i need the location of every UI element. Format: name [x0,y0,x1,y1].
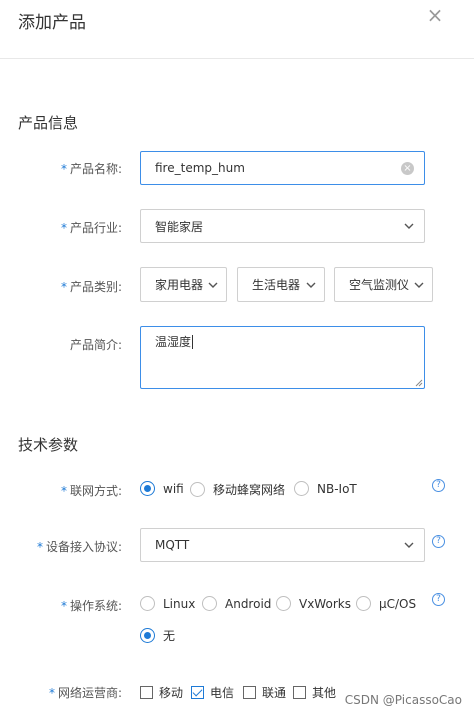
checkbox-icon [243,686,256,699]
carrier-option-mobile[interactable]: 移动 [140,684,183,701]
network-option-cellular[interactable]: 移动蜂窝网络 [190,481,285,498]
network-label: * 联网方式: [0,482,122,499]
industry-value: 智能家居 [155,219,204,234]
os-option-label: Linux [163,596,196,611]
carrier-option-other[interactable]: 其他 [293,684,336,701]
radio-icon [356,596,371,611]
help-icon[interactable]: ? [432,535,445,548]
radio-icon [294,481,309,496]
required-mark: * [48,686,55,700]
protocol-label: * 设备接入协议: [0,538,122,555]
description-textarea[interactable]: 温湿度 [140,326,425,389]
help-icon[interactable]: ? [432,593,445,606]
os-option-android[interactable]: Android [202,596,271,611]
carrier-option-telecom[interactable]: 电信 [191,684,234,701]
radio-icon [190,482,205,497]
os-option-label: Android [225,596,272,611]
required-mark: * [60,280,67,294]
checkbox-checked-icon [191,686,204,699]
carrier-option-label: 联通 [262,686,287,700]
protocol-label-text: 设备接入协议: [45,540,122,554]
dialog-title: 添加产品 [18,13,86,33]
network-option-label: NB-IoT [317,481,357,496]
network-option-label: wifi [163,481,184,496]
industry-select[interactable]: 智能家居 [140,209,425,243]
radio-icon [140,628,155,643]
required-mark: * [36,540,43,554]
clear-icon[interactable]: × [401,161,414,175]
network-option-label: 移动蜂窝网络 [213,483,286,497]
product-name-value[interactable]: fire_temp_hum [141,161,401,175]
checkbox-icon [293,686,306,699]
watermark: CSDN @PicassoCao [344,693,462,707]
checkbox-icon [140,686,153,699]
chevron-down-icon [404,542,414,548]
required-mark: * [60,484,67,498]
resize-handle-icon[interactable] [415,379,423,387]
carrier-label: * 网络运营商: [0,684,122,701]
category-level3-select[interactable]: 空气监测仪 [334,267,433,302]
category-label: * 产品类别: [0,278,122,295]
radio-icon [276,596,291,611]
os-option-label: μC/OS [379,596,417,611]
carrier-option-unicom[interactable]: 联通 [243,684,286,701]
description-value[interactable]: 温湿度 [155,335,191,349]
category-level1-select[interactable]: 家用电器 [140,267,227,302]
help-icon[interactable]: ? [432,479,445,492]
industry-label-text: 产品行业: [69,221,122,235]
os-option-label: VxWorks [299,596,351,611]
required-mark: * [60,162,67,176]
carrier-option-label: 移动 [159,686,184,700]
os-option-ucos[interactable]: μC/OS [356,596,416,611]
carrier-option-label: 电信 [210,686,235,700]
category-level1-value: 家用电器 [155,278,204,292]
radio-icon [140,481,155,496]
carrier-label-text: 网络运营商: [57,686,122,700]
os-option-vxworks[interactable]: VxWorks [276,596,351,611]
section-title-tech-params: 技术参数 [18,436,79,454]
chevron-down-icon [404,223,414,229]
chevron-down-icon [414,282,424,288]
protocol-value: MQTT [155,538,190,552]
chevron-down-icon [208,282,218,288]
product-name-label-text: 产品名称: [69,162,122,176]
os-label: * 操作系统: [0,597,122,614]
close-icon[interactable]: × [426,5,444,25]
description-label: 产品简介: [69,338,122,352]
required-mark: * [60,221,67,235]
carrier-option-label: 其他 [312,686,337,700]
radio-icon [140,596,155,611]
header-divider [0,58,474,59]
os-option-none[interactable]: 无 [140,627,175,644]
industry-label: * 产品行业: [0,219,122,236]
network-option-wifi[interactable]: wifi [140,481,184,496]
network-option-nbiot[interactable]: NB-IoT [294,481,357,496]
section-title-product-info: 产品信息 [18,114,79,132]
category-level2-value: 生活电器 [252,278,301,292]
required-mark: * [60,599,67,613]
product-name-label: * 产品名称: [0,160,122,177]
radio-icon [202,596,217,611]
os-label-text: 操作系统: [69,599,122,613]
product-name-input[interactable]: fire_temp_hum × [140,151,425,185]
network-label-text: 联网方式: [69,484,122,498]
category-level2-select[interactable]: 生活电器 [237,267,325,302]
text-cursor [192,335,194,349]
category-label-text: 产品类别: [69,280,122,294]
os-option-label: 无 [163,629,176,643]
category-level3-value: 空气监测仪 [349,278,410,292]
protocol-select[interactable]: MQTT [140,528,425,562]
os-option-linux[interactable]: Linux [140,596,195,611]
chevron-down-icon [306,282,316,288]
